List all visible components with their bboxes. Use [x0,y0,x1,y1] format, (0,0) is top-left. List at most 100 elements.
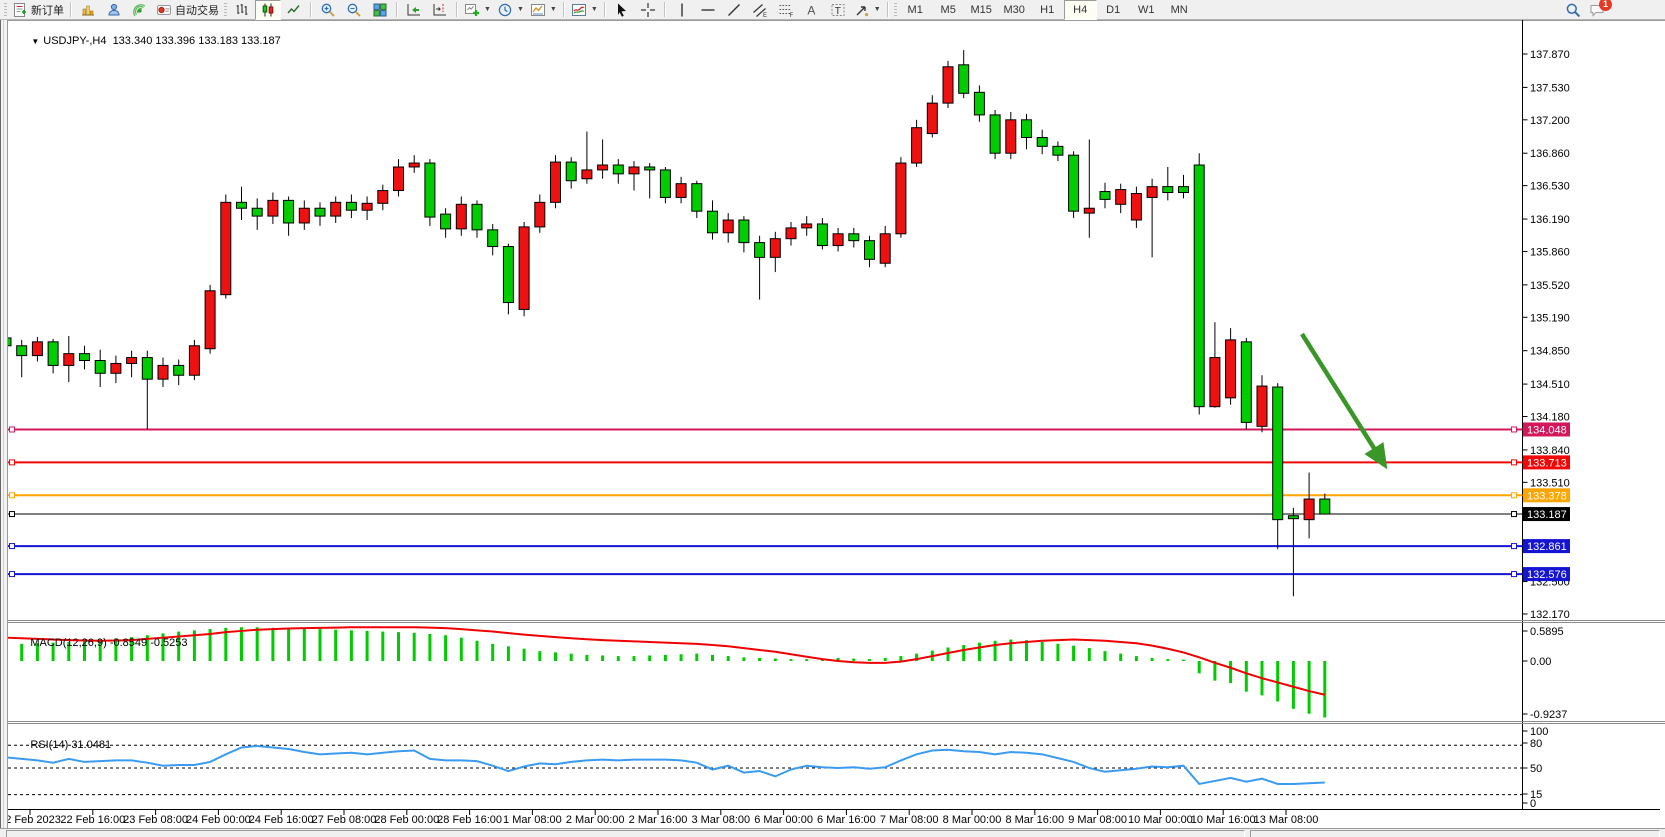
zoom-out-button[interactable] [341,0,367,20]
horizontal-line-button[interactable] [695,0,721,20]
new-order-icon [12,2,28,18]
rsi-layer: 1008050150 [6,726,1548,810]
arrows-button[interactable]: ▼ [851,0,884,20]
notifications-button[interactable]: 1 [1589,2,1605,18]
chart-shift-icon [432,2,448,18]
channel-button[interactable]: E [747,0,773,20]
time-tick-label: 27 Feb 08:00 [312,814,377,826]
timeframe-m5-button[interactable]: M5 [932,0,965,20]
toolbar-grip[interactable] [224,3,227,17]
symbol-ohlc-values: 133.340 133.396 133.183 133.187 [113,35,281,47]
timeframe-h1-button[interactable]: H1 [1031,0,1064,20]
price-badge-value: 133.713 [1527,457,1567,469]
svg-text:A: A [807,3,815,17]
zoom-out-icon [346,2,362,18]
timeframe-m15-button[interactable]: M15 [965,0,998,20]
price-axis: 137.870137.530137.200136.860136.530136.1… [1523,49,1571,621]
price-tick: 133.510 [1530,477,1570,489]
chart-shift-button[interactable] [427,0,453,20]
dropdown-arrow-icon: ▼ [550,6,557,13]
price-badge [1523,488,1570,502]
period-button[interactable]: ▼ [494,0,527,20]
indicators-button[interactable]: ▼ [568,0,601,20]
text-label-button[interactable]: T [825,0,851,20]
symbol-dropdown-icon[interactable]: ▼ [31,37,39,46]
trend-arrow-annotation[interactable] [1302,334,1384,464]
price-badge [1523,455,1570,469]
timeframe-w1-button[interactable]: W1 [1130,0,1163,20]
vertical-line-button[interactable] [669,0,695,20]
svg-text:E: E [763,13,767,18]
fibonacci-button[interactable]: F [773,0,799,20]
new-order-button[interactable]: 新订单 [9,0,67,20]
time-tick-label: 2 Mar 00:00 [566,814,625,826]
crosshair-button[interactable] [635,0,661,20]
fibonacci-icon: F [778,2,794,18]
candles-layer [1,50,1330,596]
svg-text:F: F [789,13,793,18]
signal-icon [132,2,148,18]
price-badge [1523,539,1570,553]
tile-windows-button[interactable] [367,0,393,20]
toolbar-separator [604,2,606,17]
macd-name: MACD(12,26,9) [30,637,106,649]
time-tick-label: 6 Mar 16:00 [817,814,876,826]
timeframe-h4-button[interactable]: H4 [1064,0,1097,20]
hline-handle [1512,544,1517,549]
trendline-button[interactable] [721,0,747,20]
zoom-in-button[interactable] [315,0,341,20]
charts-button[interactable] [75,0,101,20]
macd-indicator-label: MACD(12,26,9) -0.8549 -0.5253 [12,625,188,661]
bar-chart-button[interactable] [229,0,255,20]
price-tick: 132.170 [1530,609,1570,621]
new-chart-button[interactable]: ▼ [461,0,494,20]
toolbar-separator [396,2,398,17]
mt4-window: 新订单 自动交易 ▼ ▼ ▼ ▼ E [0,0,1665,837]
toolbar-grip[interactable] [894,3,897,17]
candlestick-chart-icon [260,2,276,18]
indicators-icon [571,2,587,18]
cursor-button[interactable] [609,0,635,20]
hline-handle [10,460,15,465]
toolbar: 新订单 自动交易 ▼ ▼ ▼ ▼ E [0,0,1665,20]
chart-area[interactable]: 137.870137.530137.200136.860136.530136.1… [0,20,1665,837]
price-badge [1523,567,1570,581]
price-tick: 134.510 [1530,379,1570,391]
line-chart-button[interactable] [281,0,307,20]
timeframe-m30-button[interactable]: M30 [998,0,1031,20]
timeframe-mn-button[interactable]: MN [1163,0,1196,20]
market-watch-button[interactable] [101,0,127,20]
auto-trading-button[interactable]: 自动交易 [153,0,222,20]
time-tick-label: 22 Feb 16:00 [60,814,125,826]
crosshair-icon [640,2,656,18]
toolbar-separator [887,2,889,17]
price-tick: 136.860 [1530,148,1570,160]
rsi-scale-tick: 0 [1530,798,1536,810]
dropdown-arrow-icon: ▼ [517,6,524,13]
timeframe-d1-button[interactable]: D1 [1097,0,1130,20]
status-cell [6,830,1245,837]
timeframe-group: M1M5M15M30H1H4D1W1MN [899,0,1196,20]
clock-icon [497,2,513,18]
hline-handle [1512,460,1517,465]
dropdown-arrow-icon: ▼ [591,6,598,13]
new-order-label: 新订单 [31,2,64,18]
timeframe-m1-button[interactable]: M1 [899,0,932,20]
rsi-value: 31.0481 [71,739,111,751]
auto-scroll-button[interactable] [401,0,427,20]
macd-scale-tick: -0.9237 [1530,709,1567,721]
search-icon[interactable] [1565,2,1581,18]
time-tick-label: 9 Mar 08:00 [1068,814,1127,826]
text-button[interactable]: A [799,0,825,20]
svg-text:T: T [835,6,841,17]
toolbar-grip[interactable] [4,3,7,17]
navigator-button[interactable] [127,0,153,20]
candlestick-chart-button[interactable] [255,0,281,20]
horizontal-line-icon [700,2,716,18]
horizontal-lines-layer[interactable] [8,427,1523,577]
time-tick-label: 6 Mar 00:00 [754,814,813,826]
time-tick-label: 22 Feb 2023 [0,814,61,826]
text-label-icon: T [830,2,846,18]
hline-handle [1512,512,1517,517]
template-button[interactable]: ▼ [527,0,560,20]
